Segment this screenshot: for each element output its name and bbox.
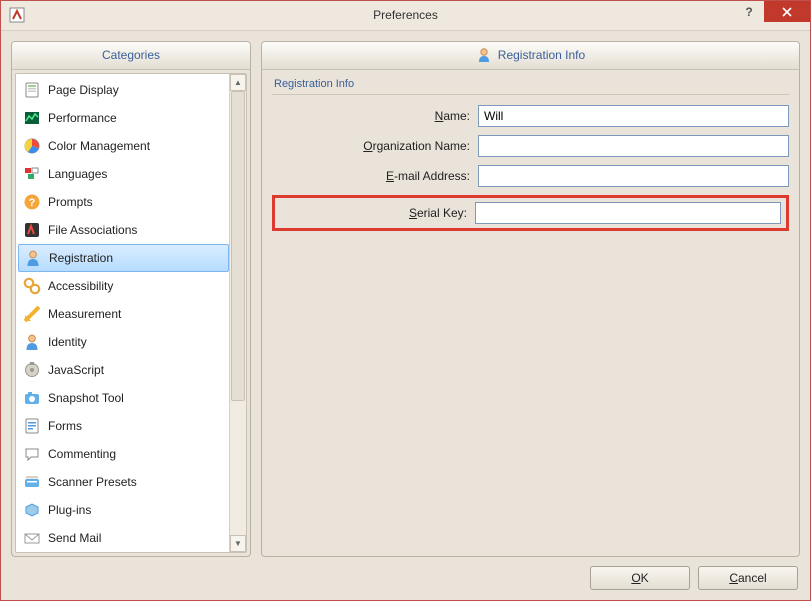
name-label: Name:: [272, 109, 472, 123]
category-item-label: Forms: [48, 419, 82, 433]
forms-icon: [22, 416, 42, 436]
app-icon: [9, 7, 25, 23]
category-item-performance[interactable]: Performance: [18, 104, 229, 132]
email-input[interactable]: [478, 165, 789, 187]
category-item-file-associations[interactable]: File Associations: [18, 216, 229, 244]
snapshot-icon: [22, 388, 42, 408]
category-item-scanner-presets[interactable]: Scanner Presets: [18, 468, 229, 496]
file-assoc-icon: [22, 220, 42, 240]
scroll-track[interactable]: [230, 91, 246, 535]
color-mgmt-icon: [22, 136, 42, 156]
category-item-label: Identity: [48, 335, 87, 349]
serial-row: Serial Key:: [272, 195, 789, 231]
category-item-label: Commenting: [48, 447, 116, 461]
sendmail-icon: [22, 528, 42, 548]
preferences-window: Preferences ? Categories Page Display Per…: [0, 0, 811, 601]
registration-info-title: Registration Info: [272, 76, 789, 95]
registration-panel: Registration Info Registration Info Name…: [261, 41, 800, 557]
javascript-icon: [22, 360, 42, 380]
languages-icon: [22, 164, 42, 184]
ok-button[interactable]: OK: [590, 566, 690, 590]
category-item-label: Scanner Presets: [48, 475, 137, 489]
registration-header-label: Registration Info: [498, 48, 585, 62]
identity-icon: [476, 47, 492, 63]
titlebar: Preferences ?: [1, 1, 810, 31]
categories-scrollbar[interactable]: ▲ ▼: [229, 74, 246, 552]
category-item-label: Color Management: [48, 139, 150, 153]
category-item-registration[interactable]: Registration: [18, 244, 229, 272]
registration-info-group: Registration Info Name: Organization Nam…: [272, 76, 789, 231]
close-button[interactable]: [764, 1, 810, 22]
category-item-page-display[interactable]: Page Display: [18, 76, 229, 104]
window-controls: ?: [734, 1, 810, 30]
category-item-label: Accessibility: [48, 279, 113, 293]
category-item-identity[interactable]: Identity: [18, 328, 229, 356]
category-item-forms[interactable]: Forms: [18, 412, 229, 440]
category-item-label: JavaScript: [48, 363, 104, 377]
categories-list: Page Display Performance Color Management L…: [16, 74, 229, 552]
category-item-label: Measurement: [48, 307, 121, 321]
category-item-accessibility[interactable]: Accessibility: [18, 272, 229, 300]
footer: OK Cancel: [1, 557, 810, 600]
email-label: E-mail Address:: [272, 169, 472, 183]
registration-header: Registration Info: [262, 42, 799, 70]
category-item-label: Prompts: [48, 195, 93, 209]
svg-text:?: ?: [29, 197, 36, 209]
category-item-label: Languages: [48, 167, 107, 181]
name-row: Name:: [272, 105, 789, 127]
org-input[interactable]: [478, 135, 789, 157]
category-item-measurement[interactable]: Measurement: [18, 300, 229, 328]
category-item-label: Snapshot Tool: [48, 391, 124, 405]
page-display-icon: [22, 80, 42, 100]
category-item-label: Registration: [49, 251, 113, 265]
category-item-javascript[interactable]: JavaScript: [18, 356, 229, 384]
category-item-label: Plug-ins: [48, 503, 91, 517]
content-row: Categories Page Display Performance Color …: [1, 31, 810, 557]
categories-panel: Categories Page Display Performance Color …: [11, 41, 251, 557]
scroll-thumb[interactable]: [231, 91, 245, 402]
category-item-label: File Associations: [48, 223, 137, 237]
category-item-send-mail[interactable]: Send Mail: [18, 524, 229, 552]
performance-icon: [22, 108, 42, 128]
scroll-up-button[interactable]: ▲: [230, 74, 246, 91]
serial-highlight: Serial Key:: [272, 195, 789, 231]
cancel-button[interactable]: Cancel: [698, 566, 798, 590]
org-row: Organization Name:: [272, 135, 789, 157]
serial-label: Serial Key:: [280, 206, 469, 220]
commenting-icon: [22, 444, 42, 464]
email-row: E-mail Address:: [272, 165, 789, 187]
org-label: Organization Name:: [272, 139, 472, 153]
category-item-label: Page Display: [48, 83, 119, 97]
category-item-commenting[interactable]: Commenting: [18, 440, 229, 468]
measurement-icon: [22, 304, 42, 324]
category-item-languages[interactable]: Languages: [18, 160, 229, 188]
scroll-down-button[interactable]: ▼: [230, 535, 246, 552]
serial-input[interactable]: [475, 202, 781, 224]
scanner-icon: [22, 472, 42, 492]
categories-header: Categories: [12, 42, 250, 70]
identity-icon: [22, 332, 42, 352]
accessibility-icon: [22, 276, 42, 296]
category-item-color-management[interactable]: Color Management: [18, 132, 229, 160]
category-item-prompts[interactable]: ? Prompts: [18, 188, 229, 216]
name-input[interactable]: [478, 105, 789, 127]
window-title: Preferences: [1, 8, 810, 22]
category-item-plug-ins[interactable]: Plug-ins: [18, 496, 229, 524]
prompts-icon: ?: [22, 192, 42, 212]
category-item-label: Send Mail: [48, 531, 101, 545]
registration-icon: [23, 248, 43, 268]
plugins-icon: [22, 500, 42, 520]
categories-body: Page Display Performance Color Management L…: [15, 73, 247, 553]
registration-body: Registration Info Name: Organization Nam…: [262, 70, 799, 556]
category-item-label: Performance: [48, 111, 117, 125]
help-button[interactable]: ?: [734, 1, 764, 22]
category-item-snapshot-tool[interactable]: Snapshot Tool: [18, 384, 229, 412]
